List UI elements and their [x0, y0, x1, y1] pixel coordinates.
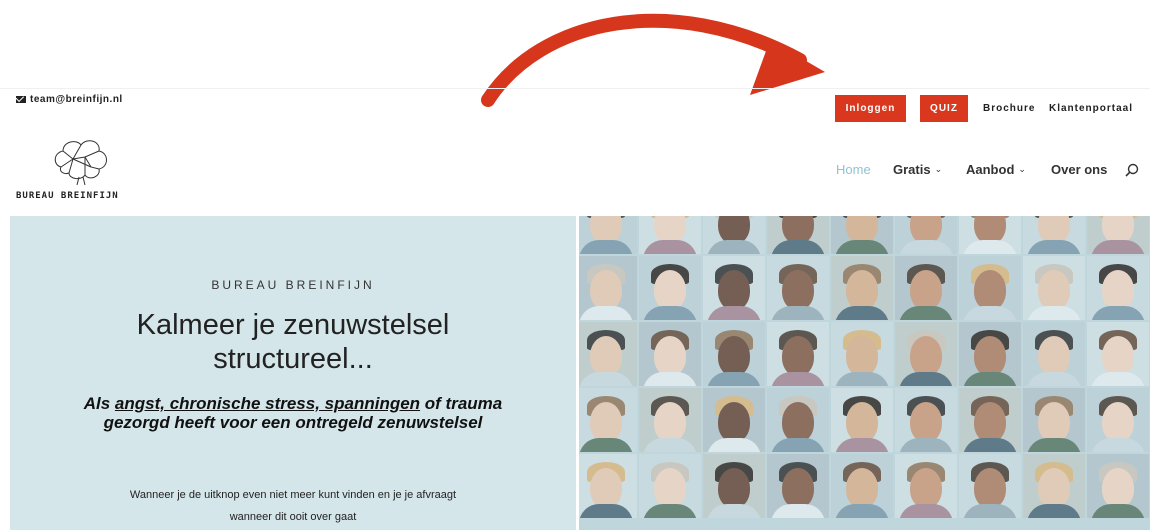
chevron-down-icon: ⌄ — [934, 164, 943, 174]
top-bar: team@breinfijn.nl Inloggen QUIZ Brochure… — [0, 88, 1150, 129]
hero-text-panel: BUREAU BREINFIJN Kalmeer je zenuwstelsel… — [10, 216, 576, 530]
brain-logo-icon — [54, 140, 107, 186]
nav-label: Home — [836, 162, 871, 177]
photo-overlay — [579, 216, 1150, 530]
chevron-down-icon: ⌄ — [1018, 164, 1026, 174]
nav-item-aanbod[interactable]: Aanbod ⌄ — [966, 162, 1026, 177]
nav-item-gratis[interactable]: Gratis ⌄ — [893, 162, 942, 177]
hero-subtitle: Als angst, chronische stress, spanningen… — [70, 394, 516, 432]
hero-title: Kalmeer je zenuwstelsel structureel... — [10, 308, 576, 376]
email-text: team@breinfijn.nl — [30, 94, 123, 105]
hero-title-line-2: structureel... — [213, 343, 373, 375]
hero-subtitle-highlight: angst, chronische stress, spanningen — [114, 394, 421, 413]
hero-body-line-1: Wanneer je de uitknop even niet meer kun… — [129, 489, 457, 501]
hero-body-line-2: wanneer dit ooit over gaat — [229, 511, 357, 523]
nav-label: Gratis — [893, 162, 931, 177]
klantenportaal-link[interactable]: Klantenportaal — [1049, 103, 1133, 114]
search-icon[interactable] — [1125, 163, 1139, 177]
hero-subtitle-prefix: Als — [83, 394, 115, 413]
hero-photo-collage — [579, 216, 1150, 530]
email-contact[interactable]: team@breinfijn.nl — [16, 94, 123, 105]
nav-label: Over ons — [1051, 162, 1108, 177]
nav-label: Aanbod — [966, 162, 1015, 177]
quiz-button[interactable]: QUIZ — [920, 95, 968, 122]
hero-kicker: BUREAU BREINFIJN — [211, 278, 375, 292]
mail-icon — [16, 96, 26, 103]
hero-title-line-1: Kalmeer je zenuwstelsel — [136, 309, 450, 341]
nav-item-home[interactable]: Home — [836, 162, 871, 177]
login-button[interactable]: Inloggen — [835, 95, 906, 122]
brochure-link[interactable]: Brochure — [983, 103, 1035, 114]
brand-logo[interactable]: BUREAU BREINFIJN — [16, 137, 146, 202]
hero-body: Wanneer je de uitknop even niet meer kun… — [40, 484, 546, 528]
nav-item-over-ons[interactable]: Over ons — [1051, 162, 1107, 177]
brand-name: BUREAU BREINFIJN — [16, 191, 119, 201]
